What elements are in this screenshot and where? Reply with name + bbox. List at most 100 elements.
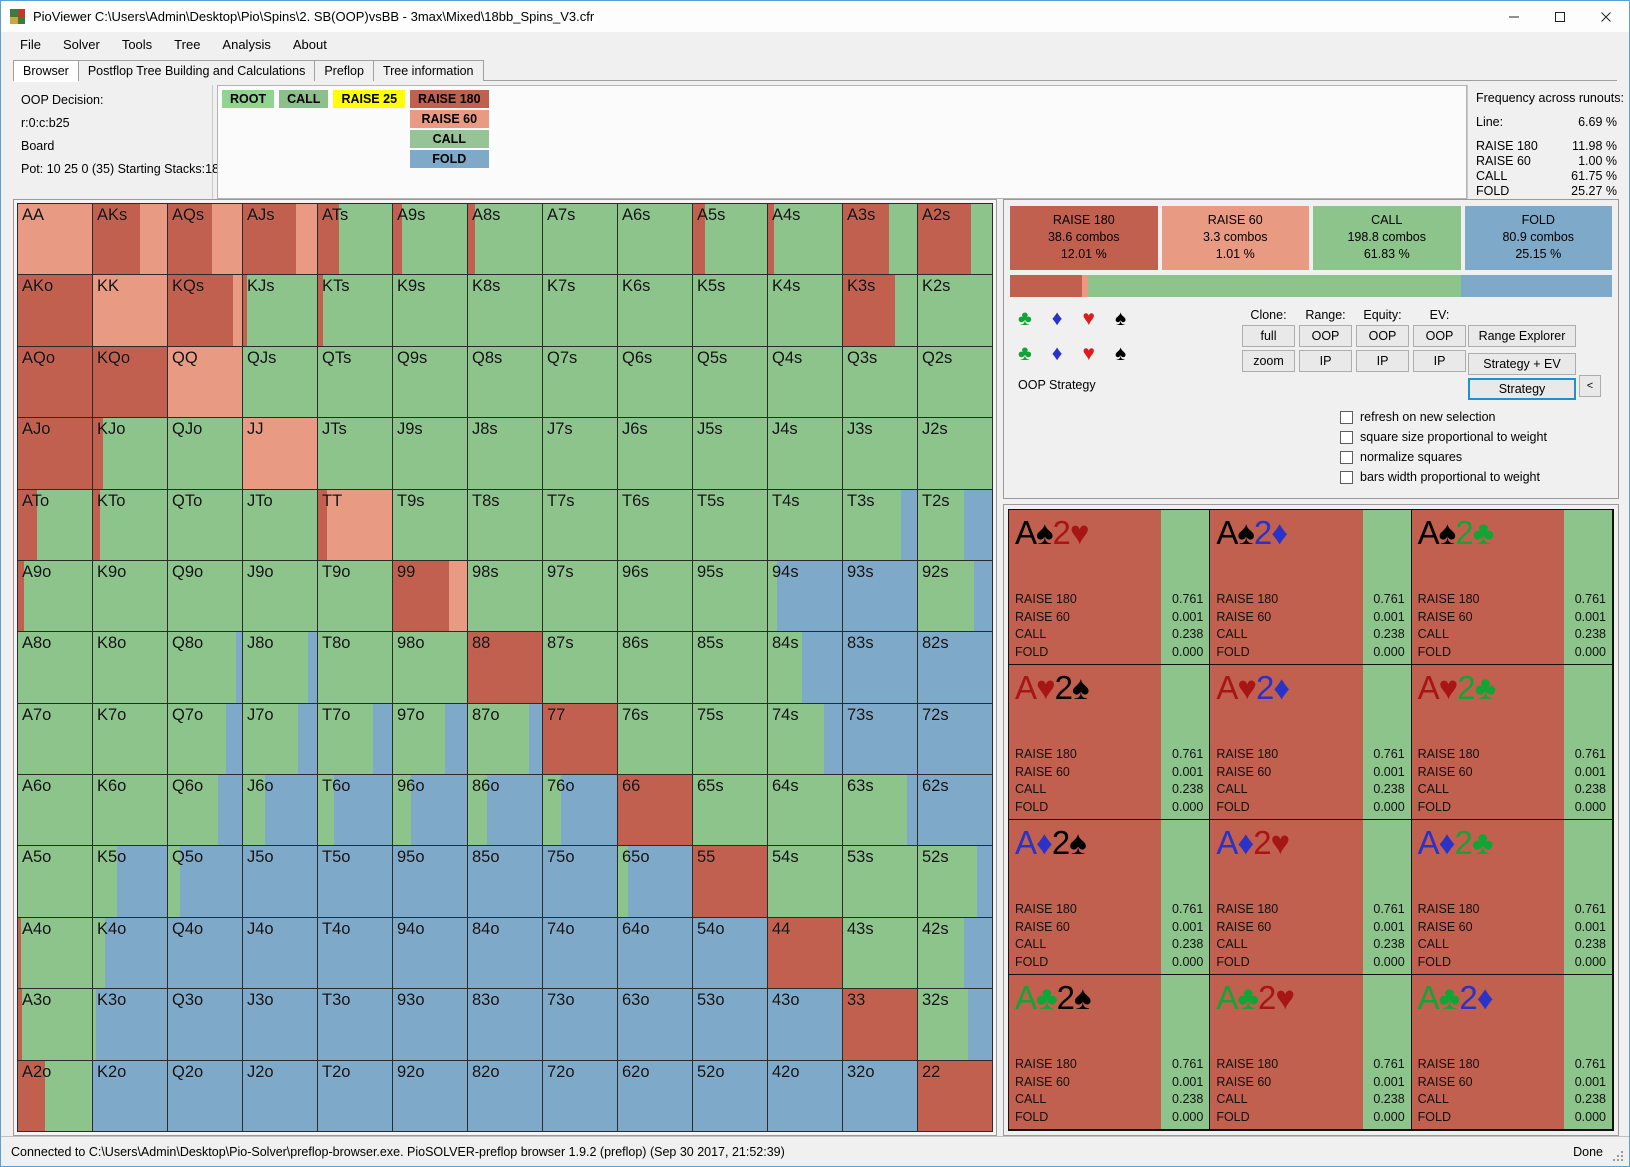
hand-cell-K7s[interactable]: K7s bbox=[543, 275, 617, 346]
hand-cell-KJs[interactable]: KJs bbox=[243, 275, 317, 346]
hand-cell-A6o[interactable]: A6o bbox=[18, 775, 92, 846]
hand-cell-KTs[interactable]: KTs bbox=[318, 275, 392, 346]
tree-node-root[interactable]: ROOT bbox=[222, 90, 275, 108]
hand-cell-J6o[interactable]: J6o bbox=[243, 775, 317, 846]
hand-cell-K6s[interactable]: K6s bbox=[618, 275, 692, 346]
hand-cell-K3s[interactable]: K3s bbox=[843, 275, 917, 346]
heart-icon[interactable]: ♥ bbox=[1083, 343, 1095, 364]
hand-cell-64o[interactable]: 64o bbox=[618, 917, 692, 989]
heart-icon[interactable]: ♥ bbox=[1083, 308, 1095, 329]
hand-cell-T9o[interactable]: T9o bbox=[318, 560, 392, 632]
hand-cell-98s[interactable]: 98s bbox=[468, 560, 542, 632]
hand-cell-98o[interactable]: 98o bbox=[393, 632, 467, 703]
hand-cell-JTs[interactable]: JTs bbox=[318, 418, 392, 489]
combo-cell[interactable]: A ♠ 2 ♦ RAISE 180 0.761 RAISE 60 0.001 CALL 0.238… bbox=[1210, 510, 1412, 665]
hand-cell-95o[interactable]: 95o bbox=[393, 846, 467, 917]
hand-cell-J3s[interactable]: J3s bbox=[843, 418, 917, 489]
hand-cell-77[interactable]: 77 bbox=[543, 703, 617, 775]
hand-cell-74o[interactable]: 74o bbox=[543, 917, 617, 989]
hand-cell-J9s[interactable]: J9s bbox=[393, 418, 467, 489]
hand-cell-J5s[interactable]: J5s bbox=[693, 418, 767, 489]
hand-cell-95s[interactable]: 95s bbox=[693, 560, 767, 632]
hand-cell-73o[interactable]: 73o bbox=[543, 989, 617, 1060]
hand-cell-85o[interactable]: 85o bbox=[468, 846, 542, 917]
menu-analysis[interactable]: Analysis bbox=[211, 34, 281, 55]
clone-full-button[interactable]: full bbox=[1242, 325, 1295, 347]
hand-cell-KQo[interactable]: KQo bbox=[93, 346, 167, 418]
hand-cell-T3s[interactable]: T3s bbox=[843, 489, 917, 560]
tree-node-call-2[interactable]: CALL bbox=[410, 130, 489, 148]
hand-cell-A3o[interactable]: A3o bbox=[18, 989, 92, 1060]
tab-tree-information[interactable]: Tree information bbox=[372, 60, 484, 81]
hand-cell-55[interactable]: 55 bbox=[693, 846, 767, 917]
hand-cell-A2o[interactable]: A2o bbox=[18, 1060, 92, 1131]
hand-cell-86s[interactable]: 86s bbox=[618, 632, 692, 703]
club-icon[interactable]: ♣ bbox=[1018, 343, 1032, 364]
menu-solver[interactable]: Solver bbox=[52, 34, 111, 55]
checkbox-icon[interactable] bbox=[1340, 430, 1353, 444]
hand-cell-QTo[interactable]: QTo bbox=[168, 489, 242, 560]
hand-cell-Q3s[interactable]: Q3s bbox=[843, 346, 917, 418]
hand-cell-K4o[interactable]: K4o bbox=[93, 917, 167, 989]
hand-cell-K8s[interactable]: K8s bbox=[468, 275, 542, 346]
hand-cell-JJ[interactable]: JJ bbox=[243, 418, 317, 489]
hand-cell-72o[interactable]: 72o bbox=[543, 1060, 617, 1131]
combo-cell[interactable]: A ♥ 2 ♣ RAISE 180 0.761 RAISE 60 0.001 CALL 0.238… bbox=[1411, 665, 1613, 820]
hand-cell-62s[interactable]: 62s bbox=[918, 775, 992, 846]
combo-cell[interactable]: A ♦ 2 ♠ RAISE 180 0.761 RAISE 60 0.001 CALL 0.238… bbox=[1009, 820, 1211, 975]
hand-cell-65s[interactable]: 65s bbox=[693, 775, 767, 846]
hand-cell-87o[interactable]: 87o bbox=[468, 703, 542, 775]
hand-cell-84s[interactable]: 84s bbox=[768, 632, 842, 703]
combo-cell[interactable]: A ♦ 2 ♥ RAISE 180 0.761 RAISE 60 0.001 CALL 0.238… bbox=[1210, 820, 1412, 975]
hand-cell-K9o[interactable]: K9o bbox=[93, 560, 167, 632]
hand-cell-A6s[interactable]: A6s bbox=[618, 204, 692, 275]
summary-box-raise-60[interactable]: RAISE 60 3.3 combos 1.01 % bbox=[1161, 206, 1309, 270]
hand-cell-Q2o[interactable]: Q2o bbox=[168, 1060, 242, 1131]
hand-cell-T7s[interactable]: T7s bbox=[543, 489, 617, 560]
hand-cell-42s[interactable]: 42s bbox=[918, 917, 992, 989]
summary-box-fold[interactable]: FOLD 80.9 combos 25.15 % bbox=[1464, 206, 1612, 270]
checkbox-icon[interactable] bbox=[1340, 470, 1353, 484]
hand-cell-82o[interactable]: 82o bbox=[468, 1060, 542, 1131]
hand-cell-75o[interactable]: 75o bbox=[543, 846, 617, 917]
summary-box-raise-180[interactable]: RAISE 180 38.6 combos 12.01 % bbox=[1010, 206, 1158, 270]
hand-cell-74s[interactable]: 74s bbox=[768, 703, 842, 775]
hand-cell-93o[interactable]: 93o bbox=[393, 989, 467, 1060]
hand-cell-A9o[interactable]: A9o bbox=[18, 560, 92, 632]
checkbox-icon[interactable] bbox=[1340, 410, 1353, 424]
equity-ip-button[interactable]: IP bbox=[1356, 350, 1409, 372]
hand-cell-Q9s[interactable]: Q9s bbox=[393, 346, 467, 418]
menu-tree[interactable]: Tree bbox=[163, 34, 211, 55]
hand-cell-T9s[interactable]: T9s bbox=[393, 489, 467, 560]
hand-cell-32s[interactable]: 32s bbox=[918, 989, 992, 1060]
hand-cell-44[interactable]: 44 bbox=[768, 917, 842, 989]
hand-cell-Q7s[interactable]: Q7s bbox=[543, 346, 617, 418]
hand-cell-T5s[interactable]: T5s bbox=[693, 489, 767, 560]
hand-cell-66[interactable]: 66 bbox=[618, 775, 692, 846]
hand-cell-33[interactable]: 33 bbox=[843, 989, 917, 1060]
hand-cell-96s[interactable]: 96s bbox=[618, 560, 692, 632]
hand-cell-J7s[interactable]: J7s bbox=[543, 418, 617, 489]
tree-node-raise-180[interactable]: RAISE 180 bbox=[410, 90, 489, 108]
hand-cell-76s[interactable]: 76s bbox=[618, 703, 692, 775]
ev-oop-button[interactable]: OOP bbox=[1413, 325, 1466, 347]
hand-cell-T4s[interactable]: T4s bbox=[768, 489, 842, 560]
hand-cell-53s[interactable]: 53s bbox=[843, 846, 917, 917]
hand-cell-J9o[interactable]: J9o bbox=[243, 560, 317, 632]
hand-cell-Q5s[interactable]: Q5s bbox=[693, 346, 767, 418]
hand-cell-A4s[interactable]: A4s bbox=[768, 204, 842, 275]
hand-cell-QJs[interactable]: QJs bbox=[243, 346, 317, 418]
range-explorer-button[interactable]: Range Explorer bbox=[1468, 325, 1576, 347]
hand-cell-K6o[interactable]: K6o bbox=[93, 775, 167, 846]
combo-cell[interactable]: A ♠ 2 ♣ RAISE 180 0.761 RAISE 60 0.001 CALL 0.238… bbox=[1411, 510, 1613, 665]
hand-cell-Q6s[interactable]: Q6s bbox=[618, 346, 692, 418]
combo-grid[interactable]: A ♠ 2 ♥ RAISE 180 0.761 RAISE 60 0.001 CALL 0.238… bbox=[1008, 509, 1614, 1131]
hand-cell-T7o[interactable]: T7o bbox=[318, 703, 392, 775]
hand-matrix[interactable]: AA AKs AQs AJs ATs A9s A8s A7s A6s A5s A4s A3s A2s AK… bbox=[17, 203, 993, 1132]
range-ip-button[interactable]: IP bbox=[1299, 350, 1352, 372]
hand-cell-64s[interactable]: 64s bbox=[768, 775, 842, 846]
hand-cell-Q6o[interactable]: Q6o bbox=[168, 775, 242, 846]
hand-cell-93s[interactable]: 93s bbox=[843, 560, 917, 632]
checkbox-normalize-squares[interactable]: normalize squares bbox=[1340, 450, 1612, 464]
hand-cell-J6s[interactable]: J6s bbox=[618, 418, 692, 489]
